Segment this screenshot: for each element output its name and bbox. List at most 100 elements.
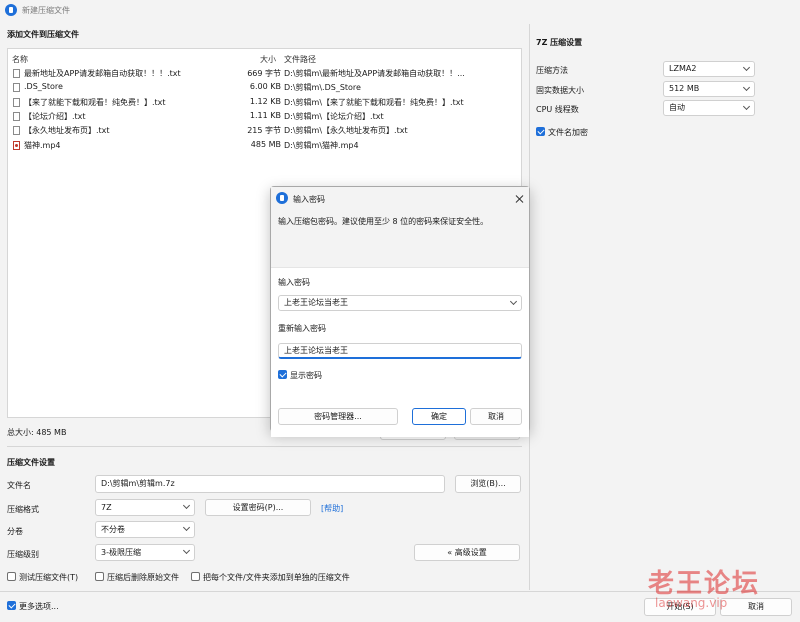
method-select-value: LZMA2 [669, 64, 697, 73]
help-link[interactable]: [帮助] [321, 503, 343, 514]
show-password-checkbox[interactable] [278, 370, 287, 379]
file-size: 6.00 KB [249, 82, 281, 92]
more-options-checkbox[interactable] [7, 601, 16, 610]
file-name: 【论坛介绍】.txt [24, 111, 86, 121]
dialog-header-area: 输入密码 输入压缩包密码。建议使用至少 8 位的密码来保证安全性。 [271, 187, 529, 267]
set-password-button[interactable]: 设置密码(P)... [205, 499, 311, 516]
confirm-password-input[interactable]: 上老王论坛当老王 [278, 343, 522, 359]
text-file-icon [13, 69, 20, 78]
text-file-icon [13, 97, 20, 107]
chevron-down-icon [742, 83, 751, 92]
confirm-password-label: 重新输入密码 [278, 324, 326, 333]
cpu-threads-select-value: 自动 [669, 103, 685, 112]
chevron-down-icon [182, 546, 191, 555]
delete-after-checkbox[interactable] [95, 572, 104, 581]
browse-button[interactable]: 浏览(B)... [455, 475, 521, 493]
format-select-value: 7Z [101, 503, 112, 512]
file-size: 1.11 KB [249, 110, 281, 120]
level-label: 压缩级别 [7, 550, 39, 559]
chevron-down-icon [182, 501, 191, 510]
file-name: .DS_Store [24, 82, 63, 92]
file-path: D:\剪辑m\【永久地址发布页】.txt [284, 126, 408, 136]
video-file-icon [13, 140, 20, 150]
show-password-label: 显示密码 [290, 371, 322, 380]
file-name: 猫神.mp4 [24, 140, 61, 150]
title-bar: 新建压缩文件 [0, 0, 800, 20]
file-name: 最新地址及APP请发邮箱自动获取！！！.txt [24, 69, 181, 78]
password-dialog: 输入密码 输入压缩包密码。建议使用至少 8 位的密码来保证安全性。 输入密码 上… [270, 186, 530, 437]
password-input-value: 上老王论坛当老王 [284, 298, 348, 307]
password-input[interactable]: 上老王论坛当老王 [278, 295, 522, 311]
method-label: 压缩方法 [536, 66, 568, 75]
cpu-threads-select[interactable]: 自动 [663, 100, 755, 116]
dict-size-select[interactable]: 512 MB [663, 81, 755, 97]
delete-after-label: 压缩后删除原始文件 [107, 573, 179, 582]
file-path: D:\剪辑m\【论坛介绍】.txt [284, 111, 384, 121]
dialog-body: 输入密码 上老王论坛当老王 重新输入密码 上老王论坛当老王 显示密码 密码管理器… [271, 267, 529, 437]
cancel-button[interactable]: 取消 [720, 598, 792, 616]
7z-settings-heading: 7Z 压缩设置 [536, 38, 583, 47]
file-size: 669 字节 [247, 69, 281, 78]
dict-size-select-value: 512 MB [669, 84, 700, 93]
password-manager-button[interactable]: 密码管理器... [278, 408, 398, 425]
file-row[interactable]: 猫神.mp4 485 MB D:\剪辑m\猫神.mp4 [8, 139, 528, 153]
chevron-down-icon [742, 102, 751, 111]
text-file-icon [13, 111, 20, 121]
watermark-logo: 老王论坛 [648, 569, 761, 599]
separate-archives-label: 把每个文件/文件夹添加到单独的压缩文件 [203, 573, 350, 582]
text-file-icon [13, 83, 20, 93]
file-name: 【来了就能下载和观看！纯免费！】.txt [24, 97, 166, 107]
password-label: 输入密码 [278, 278, 310, 287]
app-logo-icon [5, 4, 17, 16]
filename-field[interactable]: D:\剪辑m\剪辑m.7z [95, 475, 445, 493]
dialog-ok-button[interactable]: 确定 [412, 408, 466, 425]
dict-size-label: 固实数据大小 [536, 86, 584, 95]
split-select-value: 不分卷 [101, 525, 125, 534]
filename-label: 文件名 [7, 481, 31, 490]
split-select[interactable]: 不分卷 [95, 521, 195, 538]
dialog-cancel-button[interactable]: 取消 [470, 408, 522, 425]
close-icon[interactable] [515, 194, 525, 204]
file-path: D:\剪辑m\猫神.mp4 [284, 140, 359, 150]
method-select[interactable]: LZMA2 [663, 61, 755, 77]
encrypt-filenames-checkbox[interactable] [536, 127, 545, 136]
file-row[interactable]: 最新地址及APP请发邮箱自动获取！！！.txt 669 字节 D:\剪辑m\最新地址… [8, 67, 528, 81]
chevron-down-icon [182, 523, 191, 532]
file-path: D:\剪辑m\.DS_Store [284, 83, 361, 93]
add-files-heading: 添加文件到压缩文件 [7, 30, 79, 39]
dialog-app-icon [276, 192, 288, 204]
test-archive-checkbox[interactable] [7, 572, 16, 581]
file-name: 【永久地址发布页】.txt [24, 126, 110, 136]
file-row[interactable]: 【论坛介绍】.txt 1.11 KB D:\剪辑m\【论坛介绍】.txt [8, 110, 528, 124]
format-select[interactable]: 7Z [95, 499, 195, 516]
file-rows: 最新地址及APP请发邮箱自动获取！！！.txt 669 字节 D:\剪辑m\最新地址… [8, 67, 523, 157]
advanced-settings-button[interactable]: « 高级设置 [414, 544, 520, 561]
window-title: 新建压缩文件 [22, 6, 70, 15]
compress-settings-heading: 压缩文件设置 [7, 458, 55, 467]
divider [7, 446, 522, 447]
format-label: 压缩格式 [7, 505, 39, 514]
column-header-path[interactable]: 文件路径 [284, 54, 316, 65]
level-select-value: 3-极限压缩 [101, 548, 141, 557]
file-row[interactable]: 【来了就能下载和观看！纯免费！】.txt 1.12 KB D:\剪辑m\【来了就能下… [8, 96, 528, 110]
chevron-down-icon [509, 297, 518, 306]
file-size: 485 MB [250, 139, 281, 149]
file-row[interactable]: .DS_Store 6.00 KB D:\剪辑m\.DS_Store [8, 81, 528, 95]
file-row[interactable]: 【永久地址发布页】.txt 215 字节 D:\剪辑m\【永久地址发布页】.txt [8, 124, 528, 138]
cpu-threads-label: CPU 线程数 [536, 105, 579, 114]
separate-archives-checkbox[interactable] [191, 572, 200, 581]
total-size-text: 总大小: 485 MB [7, 428, 67, 437]
level-select[interactable]: 3-极限压缩 [95, 544, 195, 561]
chevron-down-icon [742, 63, 751, 72]
file-path: D:\剪辑m\最新地址及APP请发邮箱自动获取！！... [284, 69, 465, 78]
text-file-icon [13, 126, 20, 136]
column-header-name[interactable]: 名称 [12, 54, 28, 65]
encrypt-filenames-label: 文件名加密 [548, 128, 588, 137]
file-path: D:\剪辑m\【来了就能下载和观看！纯免费！】.txt [284, 97, 464, 107]
column-header-size[interactable]: 大小 [260, 54, 276, 65]
test-archive-label: 测试压缩文件(T) [19, 573, 79, 582]
more-options-label[interactable]: 更多选项... [19, 601, 59, 612]
split-label: 分卷 [7, 527, 23, 536]
file-size: 1.12 KB [249, 96, 281, 106]
dialog-description: 输入压缩包密码。建议使用至少 8 位的密码来保证安全性。 [278, 217, 489, 226]
